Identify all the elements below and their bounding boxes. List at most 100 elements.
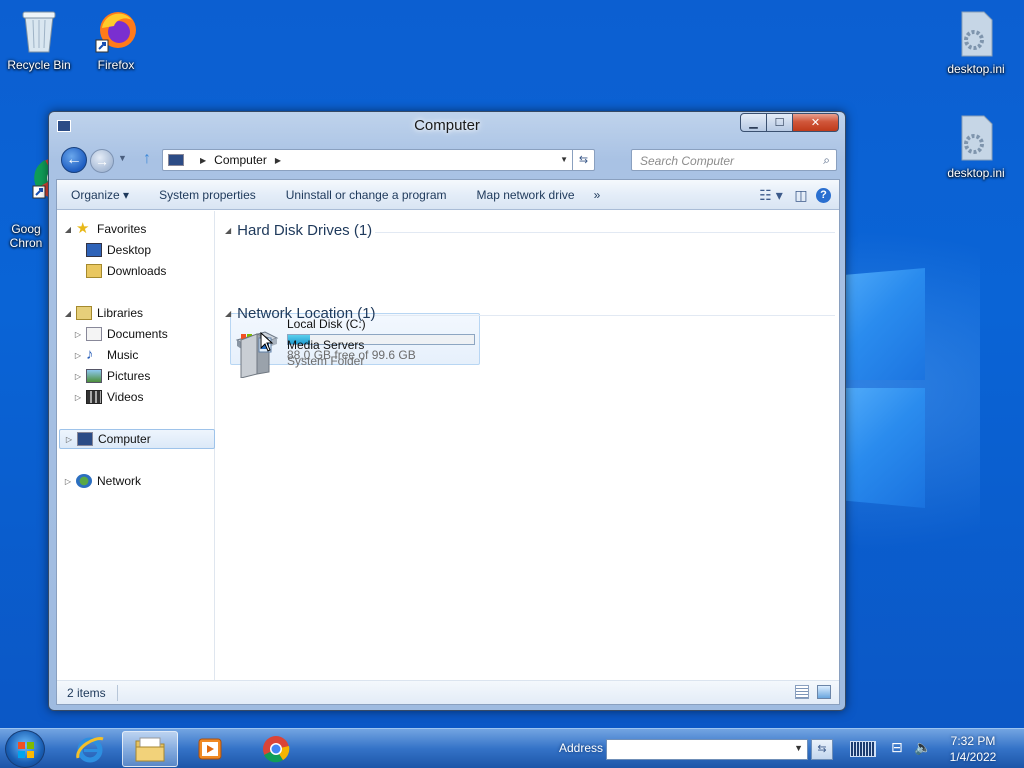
expand-arrow-icon[interactable]: ▷ — [64, 435, 74, 444]
computer-icon — [168, 154, 184, 166]
maximize-button[interactable]: ☐ — [767, 113, 793, 132]
nav-item-label: Computer — [98, 432, 151, 446]
refresh-button[interactable]: ⇆ — [572, 149, 594, 171]
collapse-arrow-icon[interactable]: ◢ — [225, 226, 231, 235]
breadcrumb-arrow-icon[interactable]: ▶ — [275, 156, 281, 165]
system-clock[interactable]: 7:32 PM 1/4/2022 — [936, 733, 1010, 765]
nav-item-music[interactable]: ▷ ♪ Music — [73, 345, 138, 365]
nav-item-favorites[interactable]: ◢ ★ Favorites — [63, 219, 146, 239]
taskbar-chrome[interactable] — [248, 731, 304, 767]
nav-item-label: Libraries — [97, 306, 144, 320]
group-divider — [375, 232, 835, 233]
navigation-pane: ◢ ★ Favorites Desktop Downloads ◢ Librar… — [57, 211, 215, 680]
breadcrumb-arrow-icon[interactable]: ▶ — [200, 156, 206, 165]
chevron-down-icon[interactable]: ▼ — [560, 155, 568, 164]
clock-date: 1/4/2022 — [949, 750, 997, 764]
volume-icon[interactable]: 🔈 — [914, 739, 931, 756]
settings-file-icon — [954, 10, 998, 58]
expand-arrow-icon[interactable]: ▷ — [73, 330, 83, 339]
keyboard-icon[interactable] — [850, 741, 876, 757]
minimize-button[interactable]: ▁ — [740, 113, 767, 132]
network-icon — [76, 474, 92, 488]
nav-item-pictures[interactable]: ▷ Pictures — [73, 366, 150, 386]
desktop-icon-label: desktop.ini — [947, 62, 1005, 76]
firefox-icon — [94, 6, 138, 54]
nav-item-videos[interactable]: ▷ Videos — [73, 387, 143, 407]
expand-arrow-icon[interactable]: ▷ — [73, 372, 83, 381]
chevron-down-icon[interactable]: ▼ — [794, 743, 803, 753]
window-controls: ▁ ☐ ✕ — [740, 113, 839, 132]
expand-arrow-icon[interactable]: ◢ — [63, 309, 73, 318]
taskbar-address-go-button[interactable]: ⇆ — [811, 739, 833, 760]
search-input[interactable]: Search Computer ⌕ — [631, 149, 837, 171]
recycle-bin-icon — [17, 6, 61, 54]
organize-button[interactable]: Organize ▾ — [57, 188, 144, 202]
clock-time: 7:32 PM — [950, 734, 996, 748]
explorer-body: Organize ▾ System properties Uninstall o… — [56, 179, 840, 705]
large-icons-view-icon[interactable] — [817, 685, 831, 699]
desktop-icon-desktop-ini-1[interactable]: desktop.ini — [940, 10, 1012, 76]
system-properties-button[interactable]: System properties — [144, 188, 271, 202]
desktop-icon-label: desktop.ini — [947, 166, 1005, 180]
uninstall-program-button[interactable]: Uninstall or change a program — [271, 188, 462, 202]
status-divider — [117, 685, 118, 701]
nav-item-documents[interactable]: ▷ Documents — [73, 324, 168, 344]
nav-item-label: Documents — [107, 327, 168, 341]
taskbar: Address ▼ ⇆ ⊟ 🔈 7:32 PM 1/4/2022 — [0, 728, 1024, 768]
search-icon[interactable]: ⌕ — [823, 153, 830, 168]
start-button[interactable] — [5, 730, 45, 768]
group-network-location[interactable]: ◢ Network Location (1) — [225, 305, 835, 322]
nav-item-downloads[interactable]: Downloads — [83, 261, 166, 281]
taskbar-file-explorer[interactable] — [122, 731, 178, 767]
expand-arrow-icon[interactable]: ▷ — [73, 393, 83, 402]
chrome-icon — [4, 142, 76, 199]
taskbar-address-label: Address — [559, 741, 604, 755]
network-tray-icon[interactable]: ⊟ — [891, 739, 903, 756]
nav-item-label: Network — [97, 474, 142, 488]
more-commands-button[interactable]: » — [590, 188, 616, 202]
help-icon[interactable]: ? — [816, 187, 831, 203]
forward-button[interactable]: → — [90, 149, 114, 173]
desktop-icon-firefox[interactable]: Firefox — [80, 6, 152, 72]
taskbar-media-player[interactable] — [182, 731, 238, 767]
nav-item-label: Videos — [107, 390, 144, 404]
navigation-bar: ← → ▼ ↑ ▶ Computer ▶ ▼ ⇆ Search Computer… — [59, 146, 839, 174]
media-servers-type: System Folder — [287, 354, 365, 368]
taskbar-address-input[interactable]: ▼ — [606, 739, 808, 760]
expand-arrow-icon[interactable]: ▷ — [63, 477, 73, 486]
nav-item-network[interactable]: ▷ Network — [63, 471, 141, 491]
up-button[interactable]: ↑ — [143, 150, 151, 168]
close-button[interactable]: ✕ — [793, 113, 839, 132]
details-view-icon[interactable] — [795, 685, 809, 699]
computer-icon — [77, 432, 93, 446]
nav-item-label: Pictures — [107, 369, 151, 383]
command-bar: Organize ▾ System properties Uninstall o… — [57, 180, 839, 210]
folder-icon — [135, 737, 165, 762]
preview-pane-icon[interactable]: ◫ — [786, 187, 816, 204]
group-header: Network Location (1) — [237, 305, 376, 322]
expand-arrow-icon[interactable]: ▷ — [73, 351, 83, 360]
explorer-window[interactable]: Computer ▁ ☐ ✕ ← → ▼ ↑ ▶ Computer ▶ ▼ ⇆ … — [48, 111, 846, 711]
breadcrumb-computer[interactable]: Computer — [214, 153, 267, 167]
collapse-arrow-icon[interactable]: ◢ — [225, 309, 231, 318]
nav-item-desktop[interactable]: Desktop — [83, 240, 151, 260]
back-button[interactable]: ← — [61, 147, 87, 173]
libraries-icon — [76, 306, 92, 320]
mouse-cursor — [260, 331, 274, 355]
group-hard-disk-drives[interactable]: ◢ Hard Disk Drives (1) — [225, 222, 835, 239]
view-controls: ☷ ▾ ◫ ? — [756, 180, 839, 210]
address-bar[interactable]: ▶ Computer ▶ ▼ ⇆ — [162, 149, 595, 171]
nav-item-computer[interactable]: ▷ Computer — [59, 429, 215, 449]
windows-logo-icon — [18, 742, 34, 758]
desktop-icon-desktop-ini-2[interactable]: desktop.ini — [940, 114, 1012, 180]
nav-item-libraries[interactable]: ◢ Libraries — [63, 303, 143, 323]
desktop-icon-recycle-bin[interactable]: Recycle Bin — [3, 6, 75, 72]
change-view-icon[interactable]: ☷ ▾ — [756, 187, 786, 204]
map-network-drive-button[interactable]: Map network drive — [462, 188, 590, 202]
recent-pages-dropdown[interactable]: ▼ — [118, 153, 127, 163]
expand-arrow-icon[interactable]: ◢ — [63, 225, 73, 234]
nav-item-label: Downloads — [107, 264, 167, 278]
search-placeholder: Search Computer — [640, 154, 735, 168]
star-icon: ★ — [76, 220, 90, 237]
taskbar-internet-explorer[interactable] — [62, 731, 118, 767]
